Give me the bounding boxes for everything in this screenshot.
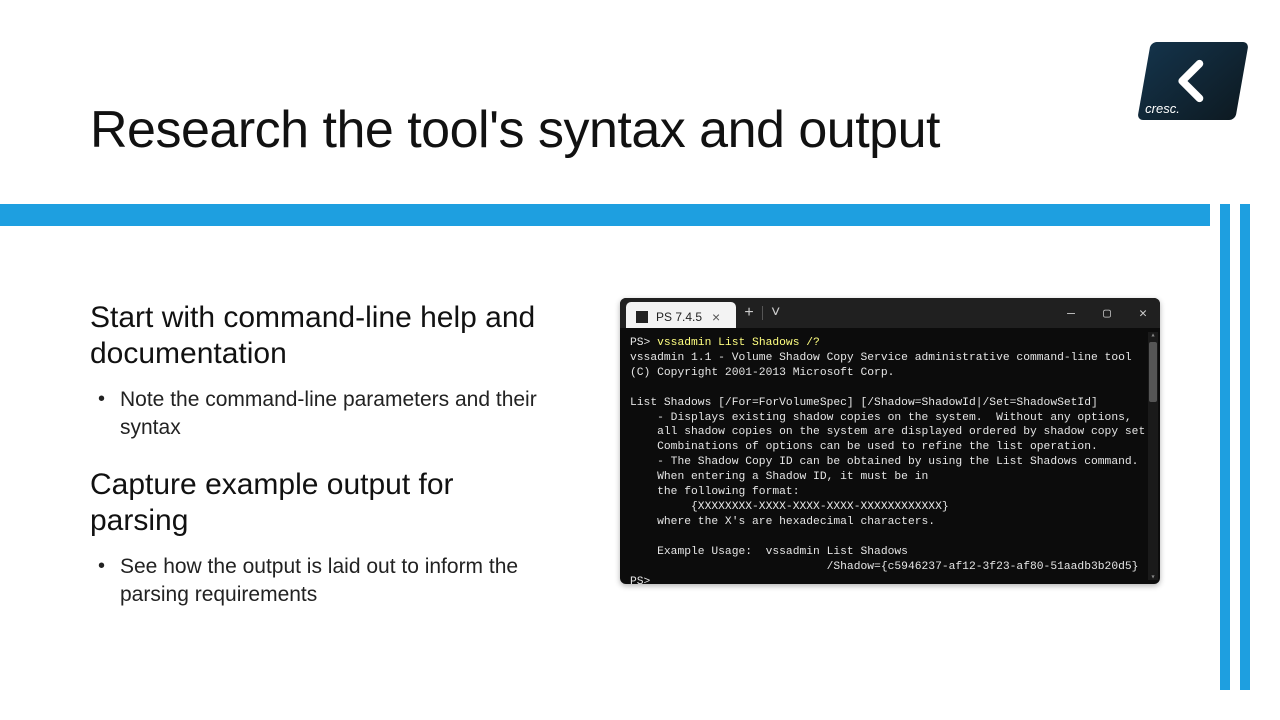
content-left: Start with command-line help and documen… bbox=[90, 300, 560, 633]
terminal-window: PS 7.4.5 × + ˅ — ▢ ✕ PS> vssadmin List S… bbox=[620, 298, 1160, 584]
bullet-list: Note the command-line parameters and the… bbox=[90, 386, 560, 443]
terminal-body[interactable]: PS> vssadmin List Shadows /? vssadmin 1.… bbox=[620, 328, 1160, 584]
accent-side-bar bbox=[1240, 204, 1250, 690]
section-heading: Start with command-line help and documen… bbox=[90, 300, 560, 372]
accent-side-bar-inner bbox=[1220, 204, 1230, 690]
output-line: vssadmin 1.1 - Volume Shadow Copy Servic… bbox=[630, 352, 1132, 364]
bullet-item: See how the output is laid out to inform… bbox=[120, 553, 560, 610]
terminal-scrollbar[interactable]: ▴ ▾ bbox=[1148, 332, 1158, 580]
prompt: PS> bbox=[630, 337, 650, 349]
close-tab-icon[interactable]: × bbox=[710, 309, 726, 325]
section-heading: Capture example output for parsing bbox=[90, 467, 560, 539]
prompt: PS> bbox=[630, 576, 650, 585]
window-controls: — ▢ ✕ bbox=[1054, 306, 1160, 321]
minimize-button[interactable]: — bbox=[1054, 306, 1088, 321]
brand-label: cresc. bbox=[1145, 101, 1180, 116]
output-line: When entering a Shadow ID, it must be in bbox=[630, 471, 928, 483]
output-line: {XXXXXXXX-XXXX-XXXX-XXXX-XXXXXXXXXXXX} bbox=[630, 501, 949, 513]
chevron-left-icon bbox=[1167, 55, 1219, 107]
brand-logo: cresc. bbox=[1137, 42, 1249, 120]
output-line: the following format: bbox=[630, 486, 799, 498]
tab-title: PS 7.4.5 bbox=[656, 310, 702, 324]
output-line: all shadow copies on the system are disp… bbox=[630, 426, 1152, 438]
output-line: - The Shadow Copy ID can be obtained by … bbox=[630, 456, 1138, 468]
new-tab-button[interactable]: + bbox=[744, 304, 754, 322]
bullet-item: Note the command-line parameters and the… bbox=[120, 386, 560, 443]
output-line: - Displays existing shadow copies on the… bbox=[630, 412, 1132, 424]
powershell-icon bbox=[636, 311, 648, 323]
accent-bar bbox=[0, 204, 1210, 226]
terminal-titlebar: PS 7.4.5 × + ˅ — ▢ ✕ bbox=[620, 298, 1160, 328]
output-line: List Shadows [/For=ForVolumeSpec] [/Shad… bbox=[630, 397, 1098, 409]
terminal-tab[interactable]: PS 7.4.5 × bbox=[626, 302, 736, 328]
maximize-button[interactable]: ▢ bbox=[1090, 306, 1124, 321]
output-line: Example Usage: vssadmin List Shadows bbox=[630, 546, 908, 558]
slide: Research the tool's syntax and output cr… bbox=[0, 0, 1280, 720]
bullet-list: See how the output is laid out to inform… bbox=[90, 553, 560, 610]
scroll-up-icon[interactable]: ▴ bbox=[1148, 330, 1158, 340]
new-tab-controls: + ˅ bbox=[736, 304, 788, 322]
output-line: (C) Copyright 2001-2013 Microsoft Corp. bbox=[630, 367, 894, 379]
output-line: /Shadow={c5946237-af12-3f23-af80-51aadb3… bbox=[630, 561, 1138, 573]
scroll-down-icon[interactable]: ▾ bbox=[1148, 572, 1158, 582]
close-button[interactable]: ✕ bbox=[1126, 306, 1160, 321]
output-line: Combinations of options can be used to r… bbox=[630, 441, 1098, 453]
slide-title: Research the tool's syntax and output bbox=[90, 100, 940, 160]
scrollbar-thumb[interactable] bbox=[1149, 342, 1157, 402]
output-line: where the X's are hexadecimal characters… bbox=[630, 516, 935, 528]
separator bbox=[762, 306, 763, 320]
tab-dropdown-icon[interactable]: ˅ bbox=[771, 304, 781, 322]
command-text: vssadmin List Shadows /? bbox=[657, 337, 820, 349]
